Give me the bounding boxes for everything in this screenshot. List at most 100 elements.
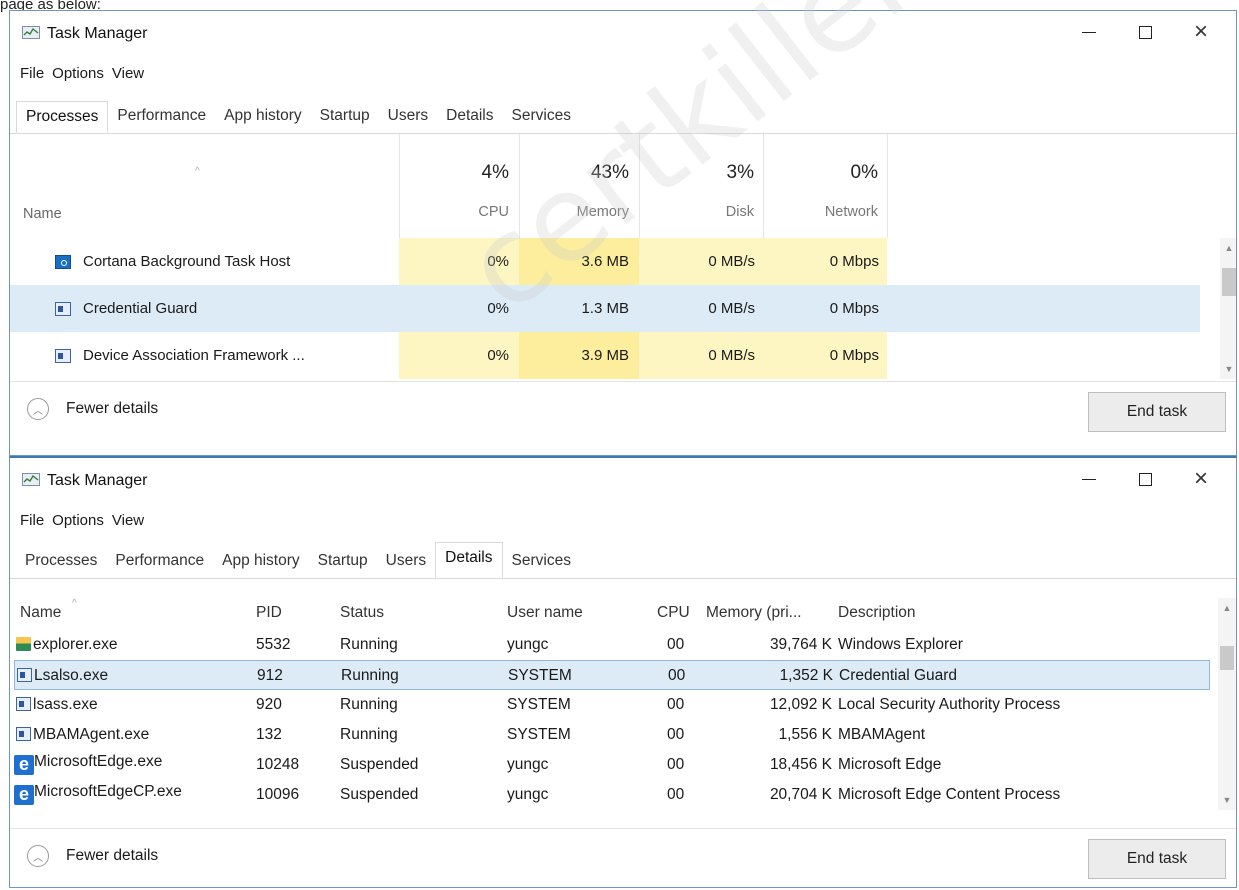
table-row[interactable]: e MicrosoftEdge.exe 10248 Suspended yungc… [10,750,1210,780]
vertical-scrollbar[interactable]: ▲ ▼ [1218,598,1236,810]
table-row[interactable]: lsass.exe 920 Running SYSTEM 00 12,092 K… [10,690,1210,720]
user-cell: SYSTEM [507,696,571,713]
column-header-name[interactable]: Name [20,604,61,622]
tab-startup[interactable]: Startup [309,546,377,578]
cpu-cell: 00 [667,726,685,743]
minimize-button[interactable] [1066,462,1112,496]
close-button[interactable]: × [1178,15,1224,49]
column-header-disk[interactable]: Disk [639,204,754,220]
app-icon [16,727,31,741]
process-name-cell: lsass.exe [16,696,98,714]
tab-details[interactable]: Details [437,101,502,133]
app-icon [16,697,31,711]
fewer-details-label: Fewer details [66,847,159,864]
description-cell: Microsoft Edge Content Process [838,786,1061,803]
app-icon [17,668,32,682]
column-header-status[interactable]: Status [340,604,384,622]
menu-file[interactable]: File [19,512,45,529]
process-name: explorer.exe [33,636,118,653]
column-header-pid[interactable]: PID [256,604,282,622]
tab-performance[interactable]: Performance [106,546,213,578]
scroll-thumb[interactable] [1222,268,1236,296]
menu-file[interactable]: File [19,65,45,82]
table-row[interactable]: Device Association Framework ... 0% 3.9 … [10,332,1200,379]
cpu-cell: 0% [399,238,519,285]
tab-app-history[interactable]: App history [215,101,311,133]
sort-caret-icon: ^ [195,166,200,177]
scroll-up-icon[interactable]: ▲ [1218,600,1236,616]
tab-details[interactable]: Details [435,542,503,578]
vertical-scrollbar[interactable]: ▲ ▼ [1220,238,1236,379]
scroll-down-icon[interactable]: ▼ [1218,792,1236,808]
disk-cell: 0 MB/s [639,238,763,285]
column-header-memory[interactable]: Memory [519,204,629,220]
table-row[interactable]: Lsalso.exe 912 Running SYSTEM 00 1,352 K… [14,660,1210,690]
column-divider [763,134,764,238]
task-manager-icon [22,26,40,39]
tab-processes[interactable]: Processes [16,546,106,578]
tab-performance[interactable]: Performance [108,101,215,133]
cpu-cell: 0% [399,285,519,332]
scroll-thumb[interactable] [1220,646,1234,670]
column-header-cpu[interactable]: CPU [399,204,509,220]
table-row[interactable]: explorer.exe 5532 Running yungc 00 39,76… [10,630,1210,660]
memory-cell: 1,556 K [778,726,832,743]
description-cell: Credential Guard [839,667,958,684]
column-header-user-name[interactable]: User name [507,604,583,622]
close-icon: × [1193,18,1208,45]
fewer-details-button[interactable]: ︿ Fewer details [27,398,158,420]
minimize-button[interactable] [1066,15,1112,49]
scroll-down-icon[interactable]: ▼ [1220,361,1236,377]
tab-users[interactable]: Users [379,101,437,133]
status-cell: Running [340,696,398,713]
cortana-icon [55,254,71,269]
maximize-icon [1138,25,1152,39]
menu-view[interactable]: View [111,512,145,529]
table-row[interactable]: MBAMAgent.exe 132 Running SYSTEM 00 1,55… [10,720,1210,750]
minimize-icon [1082,478,1096,480]
memory-cell: 1,352 K [779,667,833,684]
maximize-button[interactable] [1122,462,1168,496]
menu-bar: File Options View [19,512,145,529]
user-cell: SYSTEM [507,726,571,743]
column-header-memory[interactable]: Memory (pri... [706,604,802,622]
memory-cell: 3.9 MB [519,332,639,379]
process-name: MicrosoftEdgeCP.exe [34,783,182,800]
footer: ︿ Fewer details End task [10,828,1236,887]
menu-view[interactable]: View [111,65,145,82]
table-row[interactable]: Cortana Background Task Host 0% 3.6 MB 0… [10,238,1200,285]
column-header-network[interactable]: Network [763,204,878,220]
tab-startup[interactable]: Startup [311,101,379,133]
network-cell: 0 Mbps [763,285,887,332]
table-row[interactable]: e MicrosoftEdgeCP.exe 10096 Suspended yun… [10,780,1210,810]
cpu-cell: 00 [668,667,686,684]
scroll-up-icon[interactable]: ▲ [1220,240,1236,256]
edge-icon: e [14,785,34,805]
disk-cell: 0 MB/s [639,332,763,379]
tab-users[interactable]: Users [377,546,435,578]
description-cell: Local Security Authority Process [838,696,1061,713]
column-header-name[interactable]: Name [23,206,62,222]
tab-processes[interactable]: Processes [16,101,109,133]
network-total[interactable]: 0% [763,162,878,184]
maximize-icon [1138,472,1152,486]
cpu-total[interactable]: 4% [399,162,509,184]
tab-services[interactable]: Services [503,546,580,578]
maximize-button[interactable] [1122,15,1168,49]
tab-app-history[interactable]: App history [213,546,309,578]
edge-icon: e [14,755,34,775]
disk-total[interactable]: 3% [639,162,754,184]
close-button[interactable]: × [1178,462,1224,496]
column-header-description[interactable]: Description [838,604,916,622]
table-row[interactable]: Credential Guard 0% 1.3 MB 0 MB/s 0 Mbps [10,285,1200,332]
end-task-button[interactable]: End task [1088,839,1226,879]
menu-options[interactable]: Options [51,512,105,529]
menu-options[interactable]: Options [51,65,105,82]
cpu-cell: 0% [399,332,519,379]
fewer-details-button[interactable]: ︿ Fewer details [27,845,158,867]
tab-services[interactable]: Services [503,101,580,133]
column-header-cpu[interactable]: CPU [657,604,690,622]
memory-total[interactable]: 43% [519,162,629,184]
fewer-details-label: Fewer details [66,400,159,417]
end-task-button[interactable]: End task [1088,392,1226,432]
